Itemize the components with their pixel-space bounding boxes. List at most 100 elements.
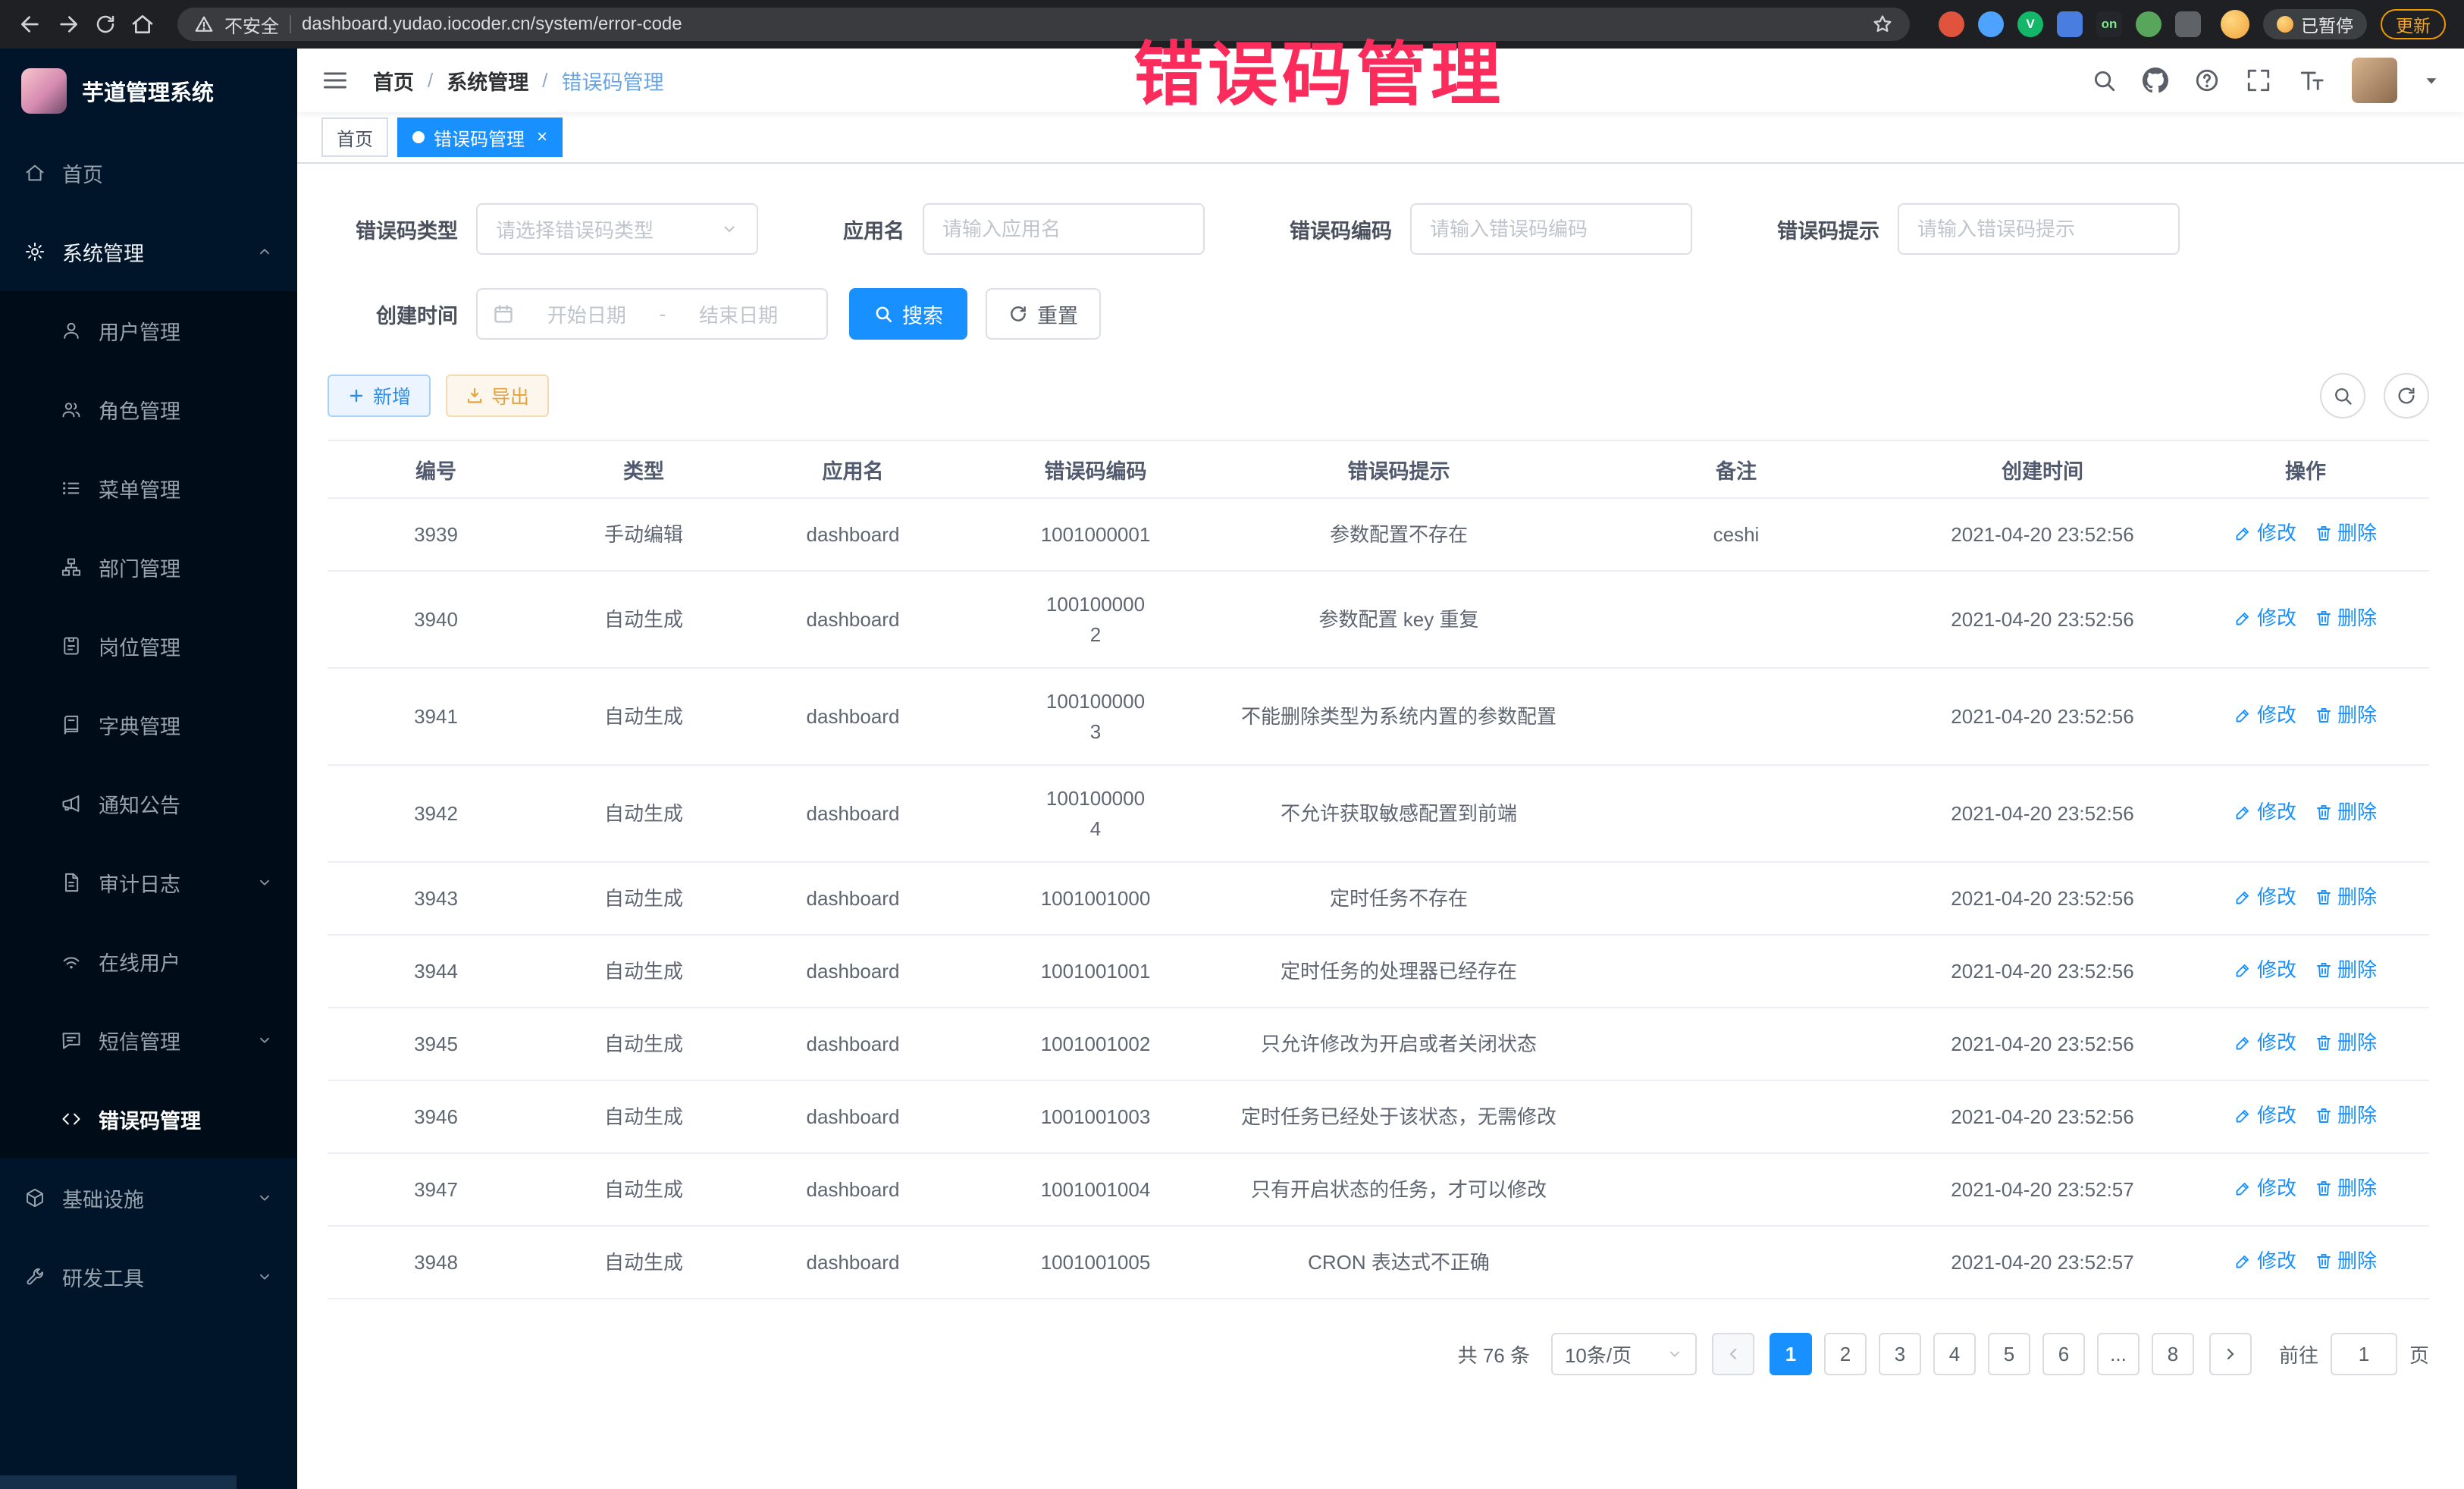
sidebar-item-audit-log[interactable]: 审计日志 — [0, 843, 297, 922]
github-icon[interactable] — [2143, 67, 2168, 93]
pin-extension-icon[interactable] — [2175, 11, 2201, 37]
security-label: 不安全 — [224, 11, 279, 38]
pagination-page[interactable]: 1 — [1770, 1333, 1812, 1375]
error-type-select[interactable]: 请选择错误码类型 — [476, 203, 758, 255]
cell-time: 2021-04-20 23:52:56 — [1903, 519, 2182, 550]
sidebar-item-role[interactable]: 角色管理 — [0, 370, 297, 449]
record-extension-icon[interactable] — [1939, 11, 1964, 37]
add-button[interactable]: 新增 — [328, 375, 431, 417]
fullscreen-icon[interactable] — [2246, 67, 2271, 93]
edit-link[interactable]: 修改 — [2234, 1173, 2296, 1203]
delete-link[interactable]: 删除 — [2315, 955, 2377, 985]
refresh-table-button[interactable] — [2384, 373, 2429, 418]
edit-link[interactable]: 修改 — [2234, 518, 2296, 548]
search-icon[interactable] — [2091, 67, 2117, 93]
delete-link[interactable]: 删除 — [2315, 882, 2377, 912]
edit-link[interactable]: 修改 — [2234, 603, 2296, 633]
megaphone-icon — [61, 793, 82, 814]
app-logo-row[interactable]: 芋道管理系统 — [0, 49, 297, 133]
address-bar[interactable]: 不安全 dashboard.yudao.iocoder.cn/system/er… — [177, 8, 1910, 41]
sidebar-item-infra[interactable]: 基础设施 — [0, 1158, 297, 1237]
v-extension-icon[interactable]: V — [2017, 11, 2043, 37]
caret-down-icon[interactable] — [2423, 72, 2440, 89]
tab-error-code[interactable]: 错误码管理 × — [397, 118, 563, 157]
leaf-extension-icon[interactable] — [2136, 11, 2161, 37]
pagination-page[interactable]: 2 — [1824, 1333, 1867, 1375]
export-button[interactable]: 导出 — [446, 375, 549, 417]
user-avatar[interactable] — [2352, 58, 2397, 103]
blue-drop-extension-icon[interactable] — [1978, 11, 2004, 37]
cell-time: 2021-04-20 23:52:57 — [1903, 1247, 2182, 1277]
font-size-icon[interactable] — [2297, 67, 2326, 93]
pagination-page[interactable]: 5 — [1988, 1333, 2030, 1375]
tab-close-icon[interactable]: × — [537, 127, 547, 148]
sidebar-item-dict[interactable]: 字典管理 — [0, 685, 297, 764]
forward-icon[interactable] — [56, 12, 80, 36]
sidebar-item-label: 用户管理 — [99, 316, 180, 346]
edit-link[interactable]: 修改 — [2234, 1027, 2296, 1058]
breadcrumb-home[interactable]: 首页 — [373, 66, 414, 96]
sidebar-item-dev-tools[interactable]: 研发工具 — [0, 1237, 297, 1316]
app-name-input[interactable] — [923, 203, 1205, 255]
delete-link[interactable]: 删除 — [2315, 603, 2377, 633]
page-size-select[interactable]: 10条/页 — [1551, 1333, 1697, 1375]
delete-link[interactable]: 删除 — [2315, 1246, 2377, 1276]
bookmark-star-icon[interactable] — [1872, 14, 1893, 35]
pagination-page[interactable]: 6 — [2042, 1333, 2085, 1375]
delete-link[interactable]: 删除 — [2315, 1027, 2377, 1058]
error-code-input[interactable] — [1410, 203, 1692, 255]
paused-chip[interactable]: 已暂停 — [2263, 9, 2367, 39]
back-icon[interactable] — [18, 12, 42, 36]
home-icon[interactable] — [130, 12, 155, 36]
sidebar-item-label: 角色管理 — [99, 395, 180, 425]
sidebar-item-notice[interactable]: 通知公告 — [0, 764, 297, 843]
edit-link[interactable]: 修改 — [2234, 882, 2296, 912]
select-placeholder: 请选择错误码类型 — [496, 215, 654, 243]
sidebar-item-post[interactable]: 岗位管理 — [0, 607, 297, 685]
delete-link[interactable]: 删除 — [2315, 518, 2377, 548]
home-icon — [24, 162, 45, 183]
sidebar-item-home[interactable]: 首页 — [0, 133, 297, 212]
sidebar-item-online-user[interactable]: 在线用户 — [0, 922, 297, 1001]
edit-link[interactable]: 修改 — [2234, 1246, 2296, 1276]
pagination-page[interactable]: 3 — [1879, 1333, 1921, 1375]
column-header: 编号 — [328, 455, 544, 484]
next-page-button[interactable] — [2209, 1333, 2252, 1375]
delete-link[interactable]: 删除 — [2315, 1173, 2377, 1203]
help-icon[interactable] — [2194, 67, 2220, 93]
toggle-search-button[interactable] — [2320, 373, 2365, 418]
browser-avatar[interactable] — [2221, 10, 2249, 39]
edit-link[interactable]: 修改 — [2234, 1100, 2296, 1130]
grid-extension-icon[interactable] — [2057, 11, 2083, 37]
reset-button[interactable]: 重置 — [986, 288, 1101, 340]
delete-link[interactable]: 删除 — [2315, 1100, 2377, 1130]
hamburger-icon[interactable] — [321, 67, 349, 94]
tab-home[interactable]: 首页 — [321, 118, 388, 157]
breadcrumb-system[interactable]: 系统管理 — [447, 66, 528, 96]
cell-time: 2021-04-20 23:52:56 — [1903, 883, 2182, 914]
filter-app-label: 应用名 — [843, 215, 904, 244]
sidebar-item-system[interactable]: 系统管理 — [0, 212, 297, 291]
sidebar-item-dept[interactable]: 部门管理 — [0, 528, 297, 607]
edit-link[interactable]: 修改 — [2234, 700, 2296, 730]
delete-link[interactable]: 删除 — [2315, 797, 2377, 827]
goto-page-input[interactable] — [2331, 1333, 2397, 1375]
sidebar-item-user[interactable]: 用户管理 — [0, 291, 297, 370]
edit-link[interactable]: 修改 — [2234, 955, 2296, 985]
search-button[interactable]: 搜索 — [849, 288, 967, 340]
update-button[interactable]: 更新 — [2381, 9, 2446, 39]
sidebar-item-menu[interactable]: 菜单管理 — [0, 449, 297, 528]
cell-code: 1001001000 — [963, 883, 1228, 914]
prev-page-button[interactable] — [1712, 1333, 1754, 1375]
on-badge-extension-icon[interactable]: on — [2096, 11, 2122, 37]
reload-icon[interactable] — [94, 13, 117, 36]
delete-link[interactable]: 删除 — [2315, 700, 2377, 730]
date-range-picker[interactable]: 开始日期 - 结束日期 — [476, 288, 828, 340]
pagination-page[interactable]: 4 — [1933, 1333, 1976, 1375]
error-message-input[interactable] — [1898, 203, 2180, 255]
sidebar-item-sms[interactable]: 短信管理 — [0, 1001, 297, 1080]
edit-link[interactable]: 修改 — [2234, 797, 2296, 827]
pagination-page[interactable]: 8 — [2152, 1333, 2194, 1375]
chevron-up-icon — [256, 243, 273, 260]
sidebar-item-error-code[interactable]: 错误码管理 — [0, 1080, 297, 1158]
